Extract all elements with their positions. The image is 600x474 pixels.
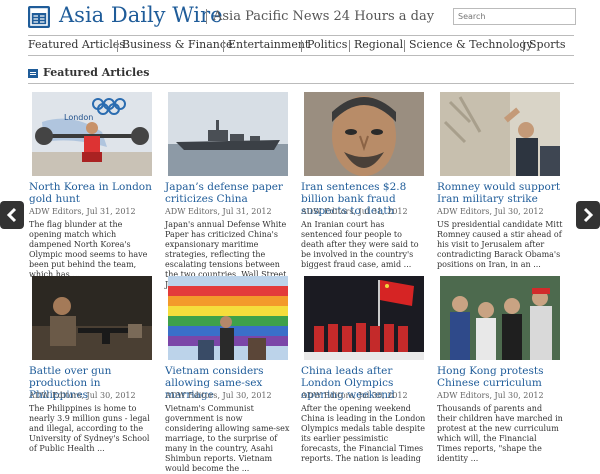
article-meta: ADW Editors, Jul 31, 2012 xyxy=(29,207,136,216)
article-thumbnail-iran-fraud[interactable] xyxy=(304,92,424,176)
article-thumbnail-romney[interactable] xyxy=(440,92,560,176)
article-summary: Thousands of parents and their children … xyxy=(437,404,563,463)
chevron-left-icon xyxy=(6,207,17,223)
article-title[interactable]: Romney would support Iran military strik… xyxy=(437,181,569,205)
article-summary: An Iranian court has sentenced four peop… xyxy=(301,220,419,269)
article-thumbnail-japan-defense[interactable] xyxy=(168,92,288,176)
article-summary: The Philippines is home to nearly 3.9 mi… xyxy=(29,404,150,453)
section-list-icon xyxy=(28,69,38,78)
brand-asia: Asia xyxy=(59,3,105,27)
article-summary: The flag blunder at the opening match wh… xyxy=(29,220,148,279)
search-input[interactable] xyxy=(453,8,576,25)
nav-divider xyxy=(223,40,224,52)
article-thumbnail-vietnam-marriage[interactable] xyxy=(168,276,288,360)
carousel-next-button[interactable] xyxy=(576,201,600,229)
article-title[interactable]: Hong Kong protests Chinese curriculum xyxy=(437,365,569,389)
article-thumbnail-china-olympics[interactable] xyxy=(304,276,424,360)
article-meta: ADW Editors, Jul 30, 2012 xyxy=(437,391,544,400)
article-meta: ADW Editors, Jul 30, 2012 xyxy=(301,391,408,400)
nav-divider xyxy=(523,40,524,52)
nav-item-featured-articles[interactable]: Featured Articles xyxy=(28,38,125,51)
article-meta: ADW Editors, Jul 30, 2012 xyxy=(437,207,544,216)
featured-articles-section-header: Featured Articles xyxy=(28,66,574,84)
nav-item-entertainment[interactable]: Entertainment xyxy=(228,38,309,51)
article-title[interactable]: North Korea in London gold hunt xyxy=(29,181,161,205)
section-title: Featured Articles xyxy=(43,66,150,79)
nav-divider xyxy=(349,40,350,52)
article-thumbnail-hong-kong-protest[interactable] xyxy=(440,276,560,360)
nav-item-business-finance[interactable]: Business & Finance xyxy=(122,38,233,51)
newspaper-logo-icon[interactable] xyxy=(28,6,50,28)
nav-divider xyxy=(404,40,405,52)
article-thumbnail-north-korea[interactable]: London xyxy=(32,92,152,176)
nav-divider xyxy=(117,40,118,52)
chevron-right-icon xyxy=(583,207,594,223)
carousel-prev-button[interactable] xyxy=(0,201,24,229)
site-brand[interactable]: Asia Daily Wire xyxy=(59,3,223,27)
svg-text:London: London xyxy=(64,113,93,122)
article-meta: ADW Editors, Jul 30, 2012 xyxy=(29,391,136,400)
article-title[interactable]: Japan’s defense paper criticizes China xyxy=(165,181,297,205)
article-meta: ADW Editors, Jul 30, 2012 xyxy=(165,391,272,400)
nav-item-politics[interactable]: Politics xyxy=(307,38,347,51)
article-summary: US presidential candidate Mitt Romney ca… xyxy=(437,220,563,269)
nav-divider xyxy=(301,40,302,52)
nav-item-science-technology[interactable]: Science & Technology xyxy=(409,38,533,51)
article-meta: ADW Editors, Jul 31, 2012 xyxy=(165,207,272,216)
nav-item-regional[interactable]: Regional xyxy=(354,38,403,51)
article-thumbnail-philippines-guns[interactable] xyxy=(32,276,152,360)
article-summary: After the opening weekend China is leadi… xyxy=(301,404,426,463)
main-navigation: Featured Articles Business & Finance Ent… xyxy=(28,35,574,56)
site-tagline: Asia Pacific News 24 Hours a day xyxy=(206,9,434,24)
nav-item-sports[interactable]: Sports xyxy=(529,38,566,51)
site-header: Asia Daily Wire Asia Pacific News 24 Hou… xyxy=(28,3,576,32)
article-meta: ADW Editors, Jul 31, 2012 xyxy=(301,207,408,216)
article-summary: Vietnam's Communist government is now co… xyxy=(165,404,290,473)
